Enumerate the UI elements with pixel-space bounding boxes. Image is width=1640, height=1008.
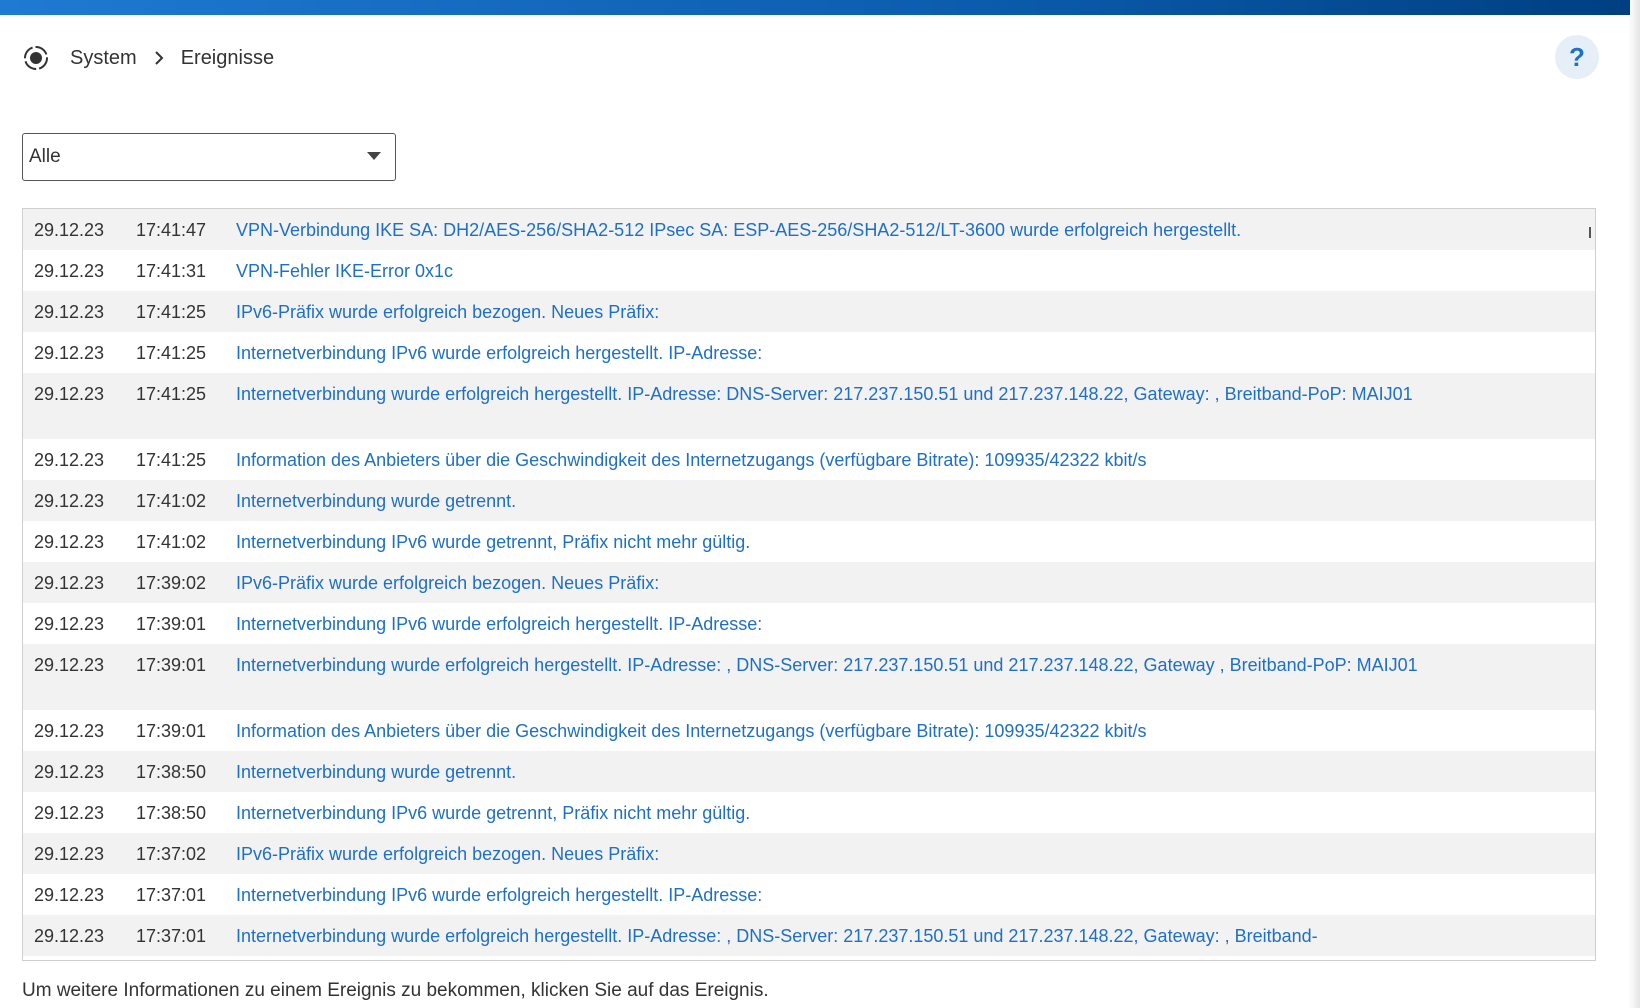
radio-target-icon: [22, 44, 50, 72]
event-time: 17:41:25: [136, 384, 207, 404]
event-filter-select[interactable]: Alle: [22, 133, 396, 181]
event-message[interactable]: Internetverbindung IPv6 wurde erfolgreic…: [236, 341, 1595, 366]
event-message[interactable]: Internetverbindung IPv6 wurde getrennt, …: [236, 801, 1595, 826]
table-row[interactable]: 29.12.23 17:41:02 Internetverbindung wur…: [23, 480, 1595, 521]
event-message[interactable]: Internetverbindung wurde erfolgreich her…: [236, 382, 1595, 407]
table-row[interactable]: 29.12.23 17:41:25 Information des Anbiet…: [23, 439, 1595, 480]
event-message[interactable]: Information des Anbieters über die Gesch…: [236, 719, 1595, 744]
header-bar: [0, 0, 1630, 15]
event-time: 17:41:02: [136, 491, 207, 511]
event-date: 29.12.23: [34, 450, 105, 470]
event-date: 29.12.23: [34, 762, 105, 782]
table-row[interactable]: 29.12.23 17:41:02 Internetverbindung IPv…: [23, 521, 1595, 562]
event-time: 17:39:02: [136, 573, 207, 593]
event-date: 29.12.23: [34, 721, 105, 741]
event-date: 29.12.23: [34, 491, 105, 511]
event-time: 17:41:25: [136, 450, 207, 470]
event-date: 29.12.23: [34, 885, 105, 905]
table-row[interactable]: 29.12.23 17:39:01 Internetverbindung IPv…: [23, 603, 1595, 644]
table-row[interactable]: 29.12.23 17:39:01 Information des Anbiet…: [23, 710, 1595, 751]
event-date: 29.12.23: [34, 220, 105, 240]
event-date: 29.12.23: [34, 302, 105, 322]
event-time: 17:39:01: [136, 721, 207, 741]
table-row[interactable]: 29.12.23 17:41:31 VPN-Fehler IKE-Error 0…: [23, 250, 1595, 291]
breadcrumb: System Ereignisse: [22, 38, 274, 78]
event-time: 17:41:47: [136, 220, 207, 240]
event-time: 17:39:01: [136, 655, 207, 675]
event-date: 29.12.23: [34, 343, 105, 363]
table-row[interactable]: 29.12.23 17:41:25 Internetverbindung wur…: [23, 373, 1595, 439]
event-filter-value: Alle: [29, 146, 61, 167]
event-time: 17:37:01: [136, 885, 207, 905]
event-message[interactable]: IPv6-Präfix wurde erfolgreich bezogen. N…: [236, 300, 1595, 325]
event-time: 17:41:25: [136, 343, 207, 363]
event-date: 29.12.23: [34, 803, 105, 823]
event-date: 29.12.23: [34, 614, 105, 634]
event-time: 17:39:01: [136, 614, 207, 634]
event-time: 17:37:02: [136, 844, 207, 864]
event-date: 29.12.23: [34, 261, 105, 281]
event-message[interactable]: IPv6-Präfix wurde erfolgreich bezogen. N…: [236, 842, 1595, 867]
chevron-right-icon: [137, 50, 181, 66]
event-time: 17:41:31: [136, 261, 207, 281]
scrollbar-track: [1628, 0, 1640, 1008]
event-message[interactable]: Internetverbindung wurde erfolgreich her…: [236, 653, 1595, 678]
event-message[interactable]: Information des Anbieters über die Gesch…: [236, 448, 1595, 473]
table-row[interactable]: 29.12.23 17:38:50 Internetverbindung IPv…: [23, 792, 1595, 833]
event-message[interactable]: Internetverbindung IPv6 wurde erfolgreic…: [236, 612, 1595, 637]
event-time: 17:37:01: [136, 926, 207, 946]
event-date: 29.12.23: [34, 573, 105, 593]
table-row[interactable]: 29.12.23 17:37:01 Internetverbindung wur…: [23, 915, 1595, 956]
table-row[interactable]: 29.12.23 17:41:47 VPN-Verbindung IKE SA:…: [23, 209, 1595, 250]
event-date: 29.12.23: [34, 384, 105, 404]
event-message[interactable]: VPN-Fehler IKE-Error 0x1c: [236, 259, 1595, 284]
table-row[interactable]: 29.12.23 17:39:02 IPv6-Präfix wurde erfo…: [23, 562, 1595, 603]
table-row[interactable]: 29.12.23 17:41:25 IPv6-Präfix wurde erfo…: [23, 291, 1595, 332]
event-time: 17:38:50: [136, 762, 207, 782]
event-message[interactable]: Internetverbindung wurde getrennt.: [236, 489, 1595, 514]
page-title: Ereignisse: [180, 46, 275, 69]
scroll-indicator: [1589, 227, 1591, 238]
table-row[interactable]: 29.12.23 17:39:01 Internetverbindung wur…: [23, 644, 1595, 710]
breadcrumb-system[interactable]: System: [70, 47, 137, 70]
event-time: 17:41:02: [136, 532, 207, 552]
footer-note: Um weitere Informationen zu einem Ereign…: [22, 980, 769, 1001]
event-date: 29.12.23: [34, 655, 105, 675]
table-row[interactable]: 29.12.23 17:37:01 Internetverbindung IPv…: [23, 874, 1595, 915]
event-date: 29.12.23: [34, 844, 105, 864]
chevron-down-icon: [367, 152, 381, 160]
event-message[interactable]: Internetverbindung IPv6 wurde getrennt, …: [236, 530, 1595, 555]
event-message[interactable]: Internetverbindung IPv6 wurde erfolgreic…: [236, 883, 1595, 908]
table-row[interactable]: 29.12.23 17:41:25 Internetverbindung IPv…: [23, 332, 1595, 373]
event-date: 29.12.23: [34, 926, 105, 946]
event-time: 17:38:50: [136, 803, 207, 823]
event-message[interactable]: IPv6-Präfix wurde erfolgreich bezogen. N…: [236, 571, 1595, 596]
events-table: 29.12.23 17:41:47 VPN-Verbindung IKE SA:…: [22, 208, 1596, 961]
event-message[interactable]: Internetverbindung wurde erfolgreich her…: [236, 924, 1595, 949]
table-row[interactable]: 29.12.23 17:38:50 Internetverbindung wur…: [23, 751, 1595, 792]
table-row[interactable]: 29.12.23 17:37:02 IPv6-Präfix wurde erfo…: [23, 833, 1595, 874]
event-time: 17:41:25: [136, 302, 207, 322]
event-message[interactable]: Internetverbindung wurde getrennt.: [236, 760, 1595, 785]
help-button[interactable]: ?: [1555, 35, 1599, 79]
event-date: 29.12.23: [34, 532, 105, 552]
event-message[interactable]: VPN-Verbindung IKE SA: DH2/AES-256/SHA2-…: [236, 218, 1595, 243]
